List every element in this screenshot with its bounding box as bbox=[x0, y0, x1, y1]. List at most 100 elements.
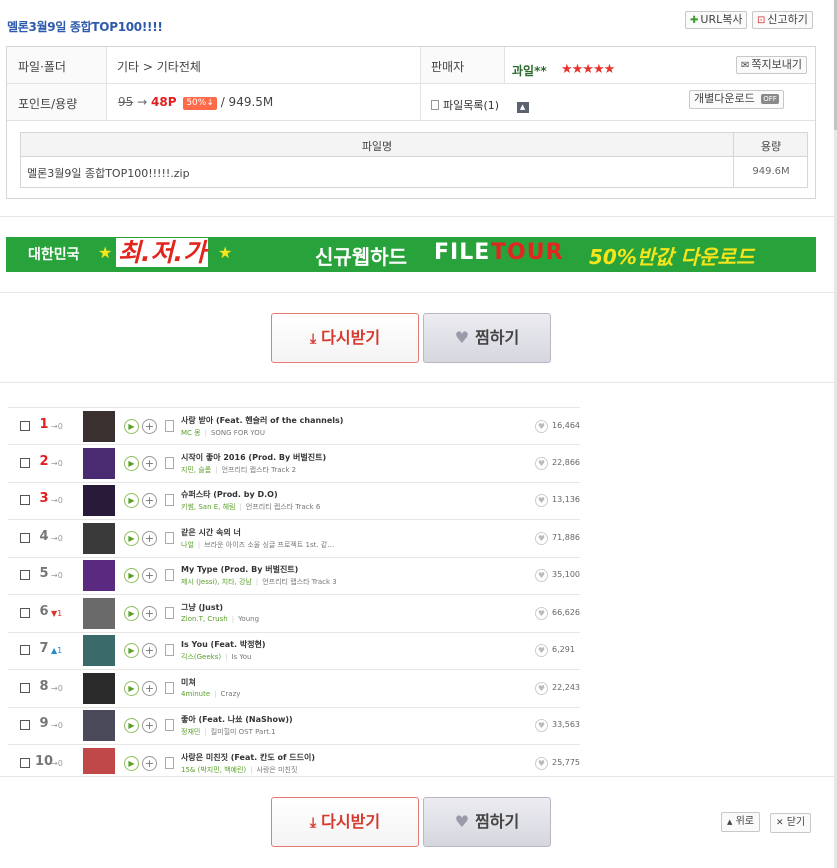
heart-icon[interactable]: ♥ bbox=[535, 569, 548, 582]
scroll-top-button[interactable]: ▲ 위로 bbox=[721, 812, 760, 832]
chart-row[interactable]: 5 →0 ▶ + My Type (Prod. By 버벌진트) 제시 (Jessi), … bbox=[8, 557, 580, 595]
heart-icon[interactable]: ♥ bbox=[535, 494, 548, 507]
add-icon[interactable]: + bbox=[142, 568, 157, 583]
song-title[interactable]: My Type (Prod. By 버벌진트) bbox=[181, 564, 298, 575]
add-icon[interactable]: + bbox=[142, 493, 157, 508]
song-title[interactable]: 같은 시간 속의 너 bbox=[181, 527, 241, 538]
album-cover[interactable] bbox=[83, 635, 115, 666]
album-name[interactable]: 언프리티 랩스타 Track 2 bbox=[222, 466, 297, 474]
row-checkbox[interactable] bbox=[20, 570, 30, 580]
close-button[interactable]: ✕ 닫기 bbox=[770, 813, 812, 833]
play-icon[interactable]: ▶ bbox=[124, 643, 139, 658]
play-icon[interactable]: ▶ bbox=[124, 493, 139, 508]
song-title[interactable]: 미쳐 bbox=[181, 677, 196, 688]
seller-name[interactable]: 과일** bbox=[512, 62, 547, 79]
row-checkbox[interactable] bbox=[20, 757, 30, 768]
heart-icon[interactable]: ♥ bbox=[535, 644, 548, 657]
row-checkbox[interactable] bbox=[20, 532, 30, 543]
album-name[interactable]: Young bbox=[238, 615, 259, 623]
play-icon[interactable]: ▶ bbox=[124, 455, 139, 471]
lyrics-icon[interactable] bbox=[165, 681, 174, 694]
album-name[interactable]: 언프리티 랩스타 Track 6 bbox=[246, 503, 321, 511]
lyrics-icon[interactable] bbox=[165, 606, 174, 619]
song-title[interactable]: 그냥 (Just) bbox=[181, 602, 223, 613]
album-name[interactable]: Is You bbox=[231, 653, 251, 661]
play-icon[interactable]: ▶ bbox=[124, 530, 139, 546]
album-name[interactable]: 사랑은 미친짓 bbox=[257, 766, 298, 774]
album-cover[interactable] bbox=[83, 447, 115, 479]
artist-name[interactable]: 키썸, San E, 헤림 bbox=[181, 503, 235, 511]
row-checkbox[interactable] bbox=[20, 607, 30, 618]
lyrics-icon[interactable] bbox=[165, 420, 174, 432]
play-icon[interactable]: ▶ bbox=[124, 568, 139, 583]
lyrics-icon[interactable] bbox=[165, 644, 174, 656]
wishlist-button[interactable]: ♥ 찜하기 bbox=[423, 313, 551, 363]
song-title[interactable]: 사랑 받아 (Feat. 헨슬러 of the channels) bbox=[181, 415, 343, 426]
album-name[interactable]: 언프리티 랩스타 Track 3 bbox=[262, 578, 337, 586]
heart-icon[interactable]: ♥ bbox=[535, 756, 548, 770]
album-cover[interactable] bbox=[83, 672, 115, 704]
row-checkbox[interactable] bbox=[20, 645, 30, 655]
song-title[interactable]: 슈퍼스타 (Prod. by D.O) bbox=[181, 489, 278, 500]
download-button[interactable]: ⤓ 다시받기 bbox=[271, 313, 419, 363]
lyrics-icon[interactable] bbox=[165, 719, 174, 731]
album-cover[interactable] bbox=[83, 522, 115, 554]
url-copy-button[interactable]: ✚ URL복사 bbox=[685, 11, 748, 29]
send-message-button[interactable]: ✉ 쪽지보내기 bbox=[736, 56, 807, 74]
play-icon[interactable]: ▶ bbox=[124, 419, 139, 434]
artist-name[interactable]: MC 몽 bbox=[181, 429, 201, 437]
individual-download-toggle[interactable]: 개별다운로드 OFF bbox=[689, 90, 784, 109]
heart-icon[interactable]: ♥ bbox=[535, 719, 548, 732]
row-checkbox[interactable] bbox=[20, 421, 30, 431]
song-title[interactable]: 사랑은 미친짓 (Feat. 칸도 of 드드이) bbox=[181, 752, 315, 763]
album-cover[interactable] bbox=[83, 411, 115, 442]
album-name[interactable]: Crazy bbox=[221, 690, 241, 698]
heart-icon[interactable]: ♥ bbox=[535, 681, 548, 695]
song-title[interactable]: 시작이 좋아 2016 (Prod. By 버벌진트) bbox=[181, 452, 326, 463]
chart-row[interactable]: 2 →0 ▶ + 시작이 좋아 2016 (Prod. By 버벌진트) 지민, 슬롬 | 언… bbox=[8, 445, 580, 483]
album-name[interactable]: 브라운 아이즈 소울 싱글 프로젝트 1st. 같… bbox=[204, 541, 334, 549]
lyrics-icon[interactable] bbox=[165, 494, 174, 506]
artist-name[interactable]: 15& (박지민, 백예린) bbox=[181, 766, 246, 774]
album-cover[interactable] bbox=[83, 560, 115, 591]
music-chart-list[interactable]: 1 →0 ▶ + 사랑 받아 (Feat. 헨슬러 of the channels) MC… bbox=[8, 407, 580, 774]
category-path[interactable]: 기타 > 기타전체 bbox=[117, 58, 201, 75]
row-checkbox[interactable] bbox=[20, 457, 30, 468]
lyrics-icon[interactable] bbox=[165, 456, 174, 469]
report-button[interactable]: ⊡ 신고하기 bbox=[752, 11, 813, 29]
chart-row[interactable]: 1 →0 ▶ + 사랑 받아 (Feat. 헨슬러 of the channels) MC… bbox=[8, 407, 580, 445]
ad-banner[interactable]: 대한민국 ★ 최.저.가 ★ 신규웹하드 FILE TOUR 50%반값 다운로… bbox=[6, 237, 816, 272]
collapse-arrow-icon[interactable]: ▲ bbox=[516, 102, 529, 113]
album-name[interactable]: 킬미힐미 OST Part.1 bbox=[211, 728, 276, 736]
artist-name[interactable]: 지민, 슬롬 bbox=[181, 466, 211, 474]
play-icon[interactable]: ▶ bbox=[124, 680, 139, 696]
add-icon[interactable]: + bbox=[142, 718, 157, 733]
play-icon[interactable]: ▶ bbox=[124, 718, 139, 733]
add-icon[interactable]: + bbox=[142, 680, 157, 696]
lyrics-icon[interactable] bbox=[165, 531, 174, 544]
chart-row[interactable]: 8 →0 ▶ + 미쳐 4minute | Crazy ♥ 22,243 bbox=[8, 670, 580, 708]
wishlist-button-bottom[interactable]: ♥ 찜하기 bbox=[423, 797, 551, 847]
artist-name[interactable]: Zion.T, Crush bbox=[181, 615, 228, 623]
artist-name[interactable]: 4minute bbox=[181, 690, 210, 698]
chart-row[interactable]: 6 ▼1 ▶ + 그냥 (Just) Zion.T, Crush | Young ♥ 66,626 bbox=[8, 595, 580, 633]
heart-icon[interactable]: ♥ bbox=[535, 456, 548, 470]
add-icon[interactable]: + bbox=[142, 605, 157, 621]
row-checkbox[interactable] bbox=[20, 495, 30, 505]
album-cover[interactable] bbox=[83, 747, 115, 774]
row-checkbox[interactable] bbox=[20, 720, 30, 730]
add-icon[interactable]: + bbox=[142, 530, 157, 546]
album-name[interactable]: SONG FOR YOU bbox=[211, 429, 265, 437]
heart-icon[interactable]: ♥ bbox=[535, 531, 548, 545]
lyrics-icon[interactable] bbox=[165, 569, 174, 581]
album-cover[interactable] bbox=[83, 710, 115, 741]
chart-row[interactable]: 3 →0 ▶ + 슈퍼스타 (Prod. by D.O) 키썸, San E, 헤림 | 언프… bbox=[8, 482, 580, 520]
chart-row[interactable]: 10 →0 ▶ + 사랑은 미친짓 (Feat. 칸도 of 드드이) 15& (박지민,… bbox=[8, 745, 580, 774]
album-cover[interactable] bbox=[83, 597, 115, 629]
album-cover[interactable] bbox=[83, 485, 115, 516]
song-title[interactable]: 좋아 (Feat. 나쑈 (NaShow)) bbox=[181, 714, 293, 725]
add-icon[interactable]: + bbox=[142, 755, 157, 771]
song-title[interactable]: Is You (Feat. 박정현) bbox=[181, 639, 266, 650]
chart-row[interactable]: 9 →0 ▶ + 좋아 (Feat. 나쑈 (NaShow)) 정재민 | 킬미힐미 OST … bbox=[8, 707, 580, 745]
heart-icon[interactable]: ♥ bbox=[535, 606, 548, 620]
